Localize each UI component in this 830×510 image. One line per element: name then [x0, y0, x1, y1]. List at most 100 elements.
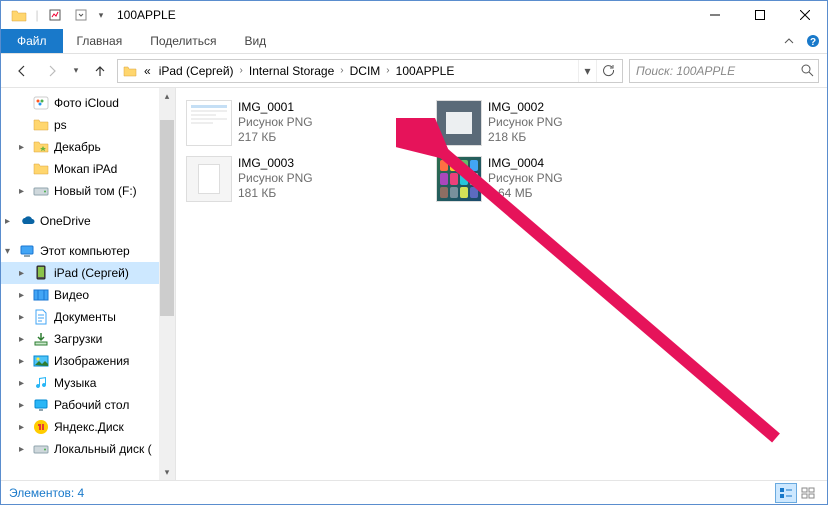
- nav-tree[interactable]: Фото iCloud ps ▸Декабрь Мокап iPAd ▸Новый то…: [1, 88, 176, 480]
- tree-expander-icon[interactable]: ▸: [19, 312, 31, 323]
- file-type: Рисунок PNG: [238, 171, 313, 186]
- tab-view[interactable]: Вид: [230, 29, 280, 53]
- tree-expander-icon[interactable]: ▸: [19, 422, 31, 433]
- maximize-button[interactable]: [737, 1, 782, 29]
- view-thumbnails-button[interactable]: [797, 483, 819, 503]
- chevron-right-icon[interactable]: ›: [238, 65, 245, 76]
- up-button[interactable]: [87, 58, 113, 84]
- address-folder-icon: [120, 65, 140, 77]
- tree-item[interactable]: ▸Музыка: [1, 372, 175, 394]
- tree-item[interactable]: ▸ Документы: [1, 306, 175, 328]
- file-name: IMG_0002: [488, 100, 563, 115]
- file-item[interactable]: IMG_0004Рисунок PNG5,64 МБ: [434, 154, 684, 210]
- tree-item-label: Документы: [54, 310, 116, 324]
- tree-item[interactable]: ps: [1, 114, 175, 136]
- yadisk-icon: [33, 419, 49, 435]
- breadcrumb-item[interactable]: 100APPLE: [392, 60, 459, 82]
- tab-home[interactable]: Главная: [63, 29, 137, 53]
- back-button[interactable]: [9, 58, 35, 84]
- forward-button[interactable]: [39, 58, 65, 84]
- view-details-button[interactable]: [775, 483, 797, 503]
- minimize-button[interactable]: [692, 1, 737, 29]
- tree-item-label: ps: [54, 118, 67, 132]
- tree-item[interactable]: ▸Новый том (F:): [1, 180, 175, 202]
- file-name: IMG_0004: [488, 156, 563, 171]
- navbar: ▾ « iPad (Сергей)› Internal Storage› DCI…: [1, 54, 827, 88]
- music-icon: [33, 375, 49, 391]
- breadcrumb-prefix[interactable]: «: [140, 60, 155, 82]
- tab-share[interactable]: Поделиться: [136, 29, 230, 53]
- scroll-up-icon[interactable]: ▴: [165, 88, 170, 104]
- chevron-right-icon[interactable]: ›: [338, 65, 345, 76]
- tree-expander-icon[interactable]: ▸: [19, 400, 31, 411]
- tree-item-label: Рабочий стол: [54, 398, 129, 412]
- file-item[interactable]: IMG_0002Рисунок PNG218 КБ: [434, 98, 684, 154]
- tree-expander-icon[interactable]: ▸: [5, 216, 17, 227]
- tree-item[interactable]: ▸ Изображения: [1, 350, 175, 372]
- breadcrumb-item[interactable]: DCIM: [346, 60, 385, 82]
- window-title: 100APPLE: [117, 8, 176, 22]
- qat-chevron-icon[interactable]: ▾: [95, 4, 107, 26]
- search-icon[interactable]: [801, 64, 814, 77]
- tree-item[interactable]: ▾Этот компьютер: [1, 240, 175, 262]
- tree-item[interactable]: ▸iPad (Сергей): [1, 262, 175, 284]
- refresh-button[interactable]: [596, 60, 620, 82]
- tree-expander-icon[interactable]: ▸: [19, 142, 31, 153]
- tree-item[interactable]: ▸Видео: [1, 284, 175, 306]
- tree-expander-icon[interactable]: ▸: [19, 290, 31, 301]
- tree-scrollbar[interactable]: ▴ ▾: [159, 88, 175, 480]
- tree-expander-icon[interactable]: ▸: [19, 444, 31, 455]
- file-item[interactable]: IMG_0003Рисунок PNG181 КБ: [184, 154, 434, 210]
- tree-expander-icon[interactable]: ▸: [19, 378, 31, 389]
- tree-expander-icon[interactable]: ▸: [19, 356, 31, 367]
- tree-item[interactable]: Фото iCloud: [1, 92, 175, 114]
- ribbon-collapse-icon[interactable]: [779, 31, 799, 51]
- tree-item[interactable]: ▸Декабрь: [1, 136, 175, 158]
- file-item[interactable]: IMG_0001Рисунок PNG217 КБ: [184, 98, 434, 154]
- video-icon: [33, 287, 49, 303]
- qat-properties-icon[interactable]: [43, 4, 67, 26]
- file-size: 217 КБ: [238, 130, 313, 145]
- file-thumbnail: [186, 100, 232, 146]
- file-size: 181 КБ: [238, 186, 313, 201]
- close-button[interactable]: [782, 1, 827, 29]
- file-size: 5,64 МБ: [488, 186, 563, 201]
- file-type: Рисунок PNG: [238, 115, 313, 130]
- tree-item[interactable]: ▸ Загрузки: [1, 328, 175, 350]
- chevron-right-icon[interactable]: ›: [384, 65, 391, 76]
- tree-item-label: Загрузки: [54, 332, 102, 346]
- tree-item-label: Изображения: [54, 354, 129, 368]
- search-box[interactable]: [629, 59, 819, 83]
- tree-item-label: OneDrive: [40, 214, 91, 228]
- breadcrumb-item[interactable]: Internal Storage: [245, 60, 338, 82]
- search-input[interactable]: [636, 64, 812, 78]
- address-bar[interactable]: « iPad (Сергей)› Internal Storage› DCIM›…: [117, 59, 623, 83]
- tree-expander-icon[interactable]: ▸: [19, 186, 31, 197]
- breadcrumb-item[interactable]: iPad (Сергей): [155, 60, 238, 82]
- tree-item[interactable]: ▸ Рабочий стол: [1, 394, 175, 416]
- content-pane[interactable]: IMG_0001Рисунок PNG217 КБIMG_0002Рисунок…: [176, 88, 827, 480]
- pc-icon: [19, 243, 35, 259]
- qat-dropdown-icon[interactable]: [69, 4, 93, 26]
- tree-expander-icon[interactable]: ▾: [5, 246, 17, 257]
- address-dropdown-icon[interactable]: ▾: [578, 60, 596, 82]
- tree-item-label: Мокап iPAd: [54, 162, 117, 176]
- status-items-label: Элементов:: [9, 486, 74, 500]
- file-type: Рисунок PNG: [488, 171, 563, 186]
- recent-dropdown[interactable]: ▾: [69, 58, 83, 84]
- scroll-down-icon[interactable]: ▾: [165, 464, 170, 480]
- tree-expander-icon[interactable]: ▸: [19, 334, 31, 345]
- folder-icon: [33, 117, 49, 133]
- tree-expander-icon[interactable]: ▸: [19, 268, 31, 279]
- qat-separator: |: [33, 4, 41, 26]
- tree-item[interactable]: ▸ OneDrive: [1, 210, 175, 232]
- tree-item[interactable]: ▸Локальный диск (: [1, 438, 175, 460]
- folder-star-icon: [33, 139, 49, 155]
- tree-item[interactable]: ▸Яндекс.Диск: [1, 416, 175, 438]
- file-tab[interactable]: Файл: [1, 29, 63, 53]
- scroll-thumb[interactable]: [160, 120, 174, 316]
- help-icon[interactable]: ?: [803, 31, 823, 51]
- downloads-icon: [33, 331, 49, 347]
- images-icon: [33, 353, 49, 369]
- tree-item[interactable]: Мокап iPAd: [1, 158, 175, 180]
